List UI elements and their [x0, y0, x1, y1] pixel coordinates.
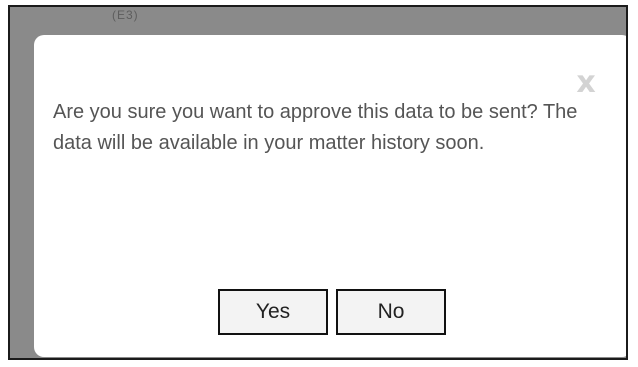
confirm-dialog: x Are you sure you want to approve this … — [34, 35, 626, 357]
dialog-message: Are you sure you want to approve this da… — [53, 101, 578, 154]
background-partial-text: (E3) — [112, 8, 139, 22]
close-icon[interactable]: x — [574, 68, 598, 98]
screenshot-frame: (E3) x Are you sure you want to approve … — [8, 5, 628, 360]
no-button[interactable]: No — [336, 289, 446, 335]
yes-button[interactable]: Yes — [218, 289, 328, 335]
